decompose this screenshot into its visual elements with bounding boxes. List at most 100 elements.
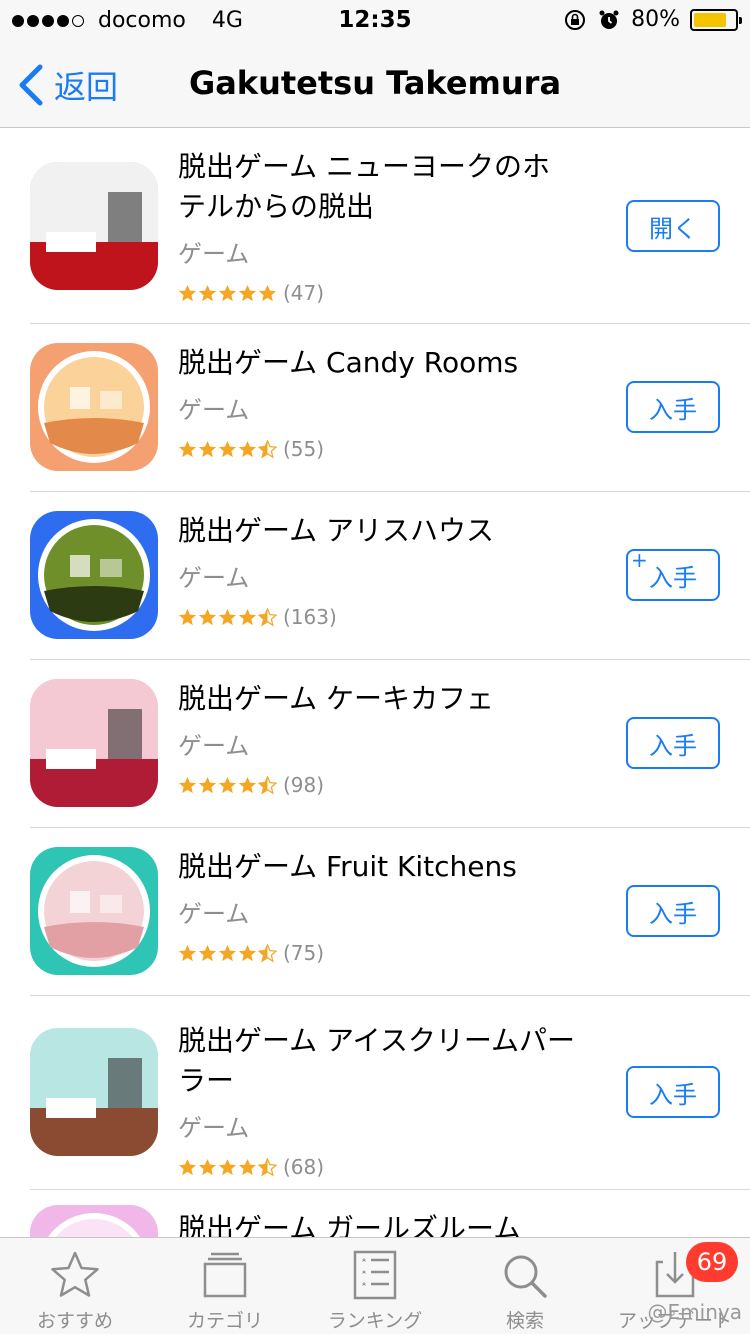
rating-count: (47) [283,281,325,305]
battery-icon [690,8,742,31]
app-info: 脱出ゲーム アリスハウスゲーム (163) [178,511,578,629]
rating-stars [178,943,277,963]
rating-count: (55) [283,437,325,461]
app-info: 脱出ゲーム ニューヨークのホテルからの脱出 ゲーム (47) [178,147,578,305]
star-half-icon [258,775,277,794]
app-category: ゲーム [178,900,250,928]
app-icon[interactable] [30,847,158,975]
battery-percent: 80% [631,7,680,32]
star-full-icon [238,1158,257,1175]
app-info: 脱出ゲーム Fruit Kitchens ゲーム (75) [178,847,578,965]
status-bar: docomo 4G 12:35 80% [0,0,750,40]
rating-count: (68) [283,1155,325,1179]
star-half-icon [258,943,277,962]
star-full-icon [238,608,257,625]
app-row[interactable]: 脱出ゲーム アリスハウスゲーム (163) + 入手 [0,491,750,660]
page-title: Gakutetsu Takemura [188,64,562,102]
status-right: 80% [563,7,742,32]
get-button[interactable]: 入手 [626,1066,720,1118]
get-button[interactable]: + 入手 [626,549,720,601]
star-full-icon [198,944,217,961]
app-category: ゲーム [178,732,250,760]
star-full-icon [198,608,217,625]
app-info: 脱出ゲーム Candy Rooms ゲーム (55) [178,343,578,461]
star-half-icon [258,607,277,626]
tab-ranking[interactable]: ランキング [300,1238,450,1334]
app-rating: (68) [178,1155,578,1179]
app-name[interactable]: 脱出ゲーム アリスハウス [178,511,578,551]
app-row[interactable]: 脱出ゲーム ケーキカフェゲーム (98) 入手 [0,659,750,828]
search-icon [504,1255,547,1298]
star-full-icon [198,1158,217,1175]
rating-count: (98) [283,773,325,797]
star-full-icon [238,776,257,793]
watermark: @Eminya [647,1300,742,1324]
star-full-icon [198,284,217,301]
star-half-icon [258,439,277,458]
star-full-icon [198,440,217,457]
star-full-icon [198,776,217,793]
navigation-bar: 返回 Gakutetsu Takemura [0,40,750,128]
app-icon[interactable] [30,1205,158,1237]
app-icon[interactable] [30,511,158,639]
get-button[interactable]: 開く [626,200,720,252]
rating-stars [178,607,277,627]
rating-count: (163) [283,605,337,629]
updates-badge: 69 [686,1242,738,1282]
app-icon[interactable] [30,679,158,807]
plus-icon: + [631,548,648,572]
app-icon[interactable] [30,162,158,290]
app-icon[interactable] [30,343,158,471]
star-full-icon [258,284,277,301]
app-name[interactable]: 脱出ゲーム ニューヨークのホテルからの脱出 [178,147,578,227]
app-row[interactable]: 脱出ゲーム ニューヨークのホテルからの脱出 ゲーム (47) 開く [0,129,750,324]
get-button[interactable]: 入手 [626,717,720,769]
app-rating: (55) [178,437,578,461]
star-full-icon [218,776,237,793]
get-button-label: 入手 [649,899,697,928]
star-full-icon [238,944,257,961]
star-full-icon [218,284,237,301]
ranking-icon [353,1250,397,1300]
star-full-icon [178,608,197,625]
star-full-icon [218,608,237,625]
star-full-icon [218,1158,237,1175]
app-info: 脱出ゲーム ガールズルーム [178,1209,578,1237]
get-button[interactable]: 入手 [626,381,720,433]
get-button[interactable]: 入手 [626,885,720,937]
rating-stars [178,439,277,459]
star-full-icon [238,440,257,457]
get-button-label: 入手 [649,563,697,592]
tab-label: 検索 [505,1310,544,1332]
tab-search[interactable]: 検索 [450,1238,600,1334]
rating-stars [178,284,277,303]
app-name[interactable]: 脱出ゲーム ケーキカフェ [178,679,578,719]
tab-featured[interactable]: おすすめ [0,1238,150,1334]
tab-label: ランキング [327,1310,423,1332]
app-info: 脱出ゲーム ケーキカフェゲーム (98) [178,679,578,797]
star-full-icon [218,944,237,961]
app-category: ゲーム [178,564,250,592]
star-full-icon [178,1158,197,1175]
app-name[interactable]: 脱出ゲーム アイスクリームパーラー [178,1021,578,1101]
app-name[interactable]: 脱出ゲーム ガールズルーム [178,1209,578,1237]
tab-label: カテゴリ [186,1310,263,1332]
app-row[interactable]: 脱出ゲーム Fruit Kitchens ゲーム (75) 入手 [0,827,750,996]
app-name[interactable]: 脱出ゲーム Candy Rooms [178,343,578,383]
app-row[interactable]: 脱出ゲーム Candy Rooms ゲーム (55) 入手 [0,323,750,492]
app-name[interactable]: 脱出ゲーム Fruit Kitchens [178,847,578,887]
app-row[interactable]: 脱出ゲーム アイスクリームパーラー ゲーム (68) 入手 [0,995,750,1190]
battery-fill [694,12,726,27]
star-full-icon [218,440,237,457]
app-category: ゲーム [178,396,250,424]
star-full-icon [178,440,197,457]
app-row[interactable]: 脱出ゲーム ガールズルーム [0,1189,750,1237]
get-button-label: 入手 [649,1080,697,1109]
star-icon [51,1251,99,1297]
app-icon[interactable] [30,1028,158,1156]
star-full-icon [178,944,197,961]
tab-categories[interactable]: カテゴリ [150,1238,300,1334]
star-full-icon [238,284,257,301]
app-list[interactable]: 脱出ゲーム ニューヨークのホテルからの脱出 ゲーム (47) 開く 脱出ゲーム Cand… [0,129,750,1237]
app-rating: (98) [178,773,578,797]
